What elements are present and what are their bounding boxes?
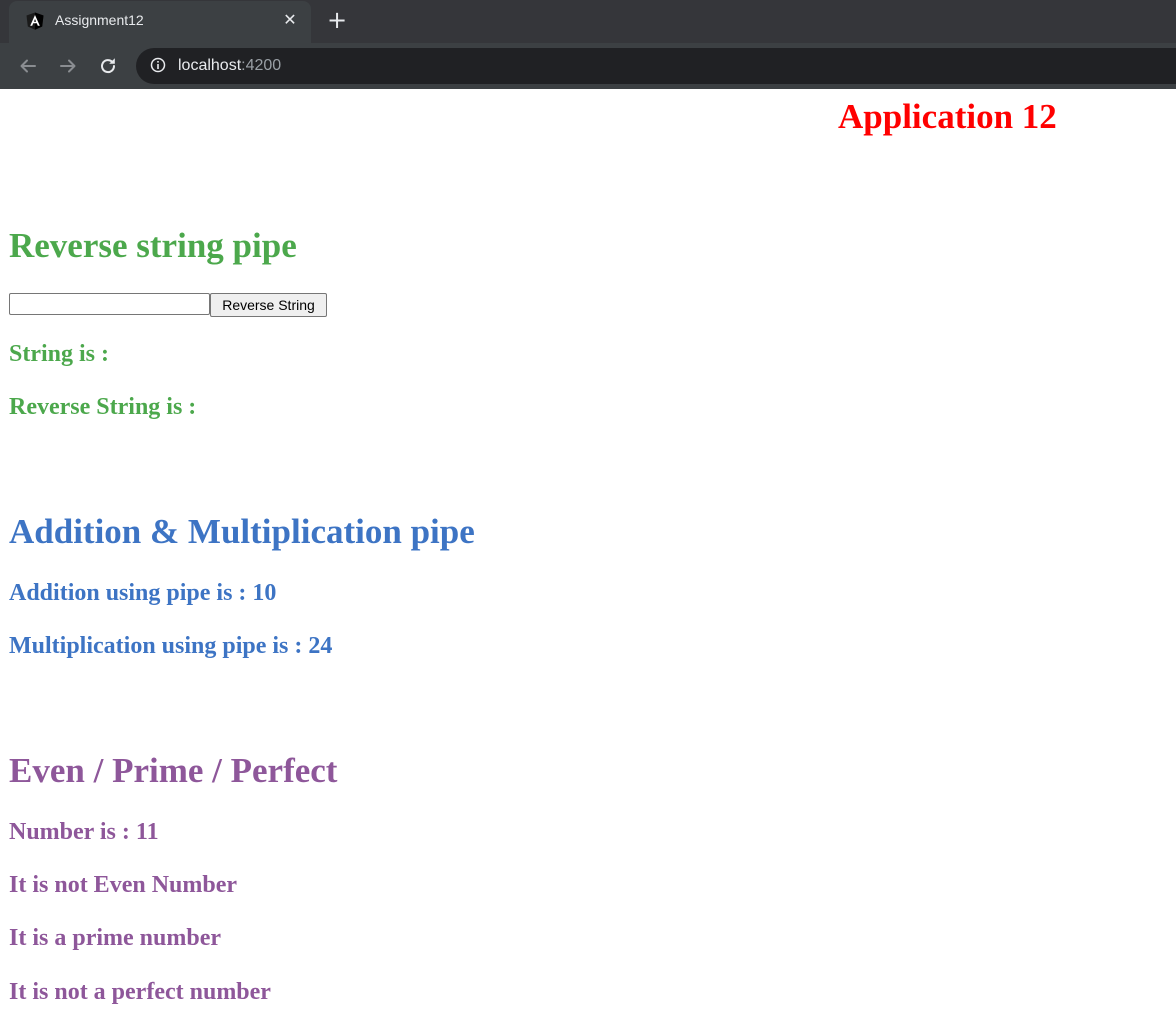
prime-text: It is a prime number — [9, 925, 221, 951]
url-host: localhost — [178, 57, 242, 74]
app-title: Application 12 — [838, 97, 1057, 136]
reload-icon[interactable] — [97, 55, 119, 77]
number-text: Number is : 11 — [9, 819, 159, 845]
tab-strip: Assignment12 ✕ + — [0, 0, 1176, 43]
addition-text: Addition using pipe is : 10 — [9, 580, 277, 606]
multiplication-text: Multiplication using pipe is : 24 — [9, 633, 333, 659]
reverse-string-input[interactable] — [9, 293, 210, 315]
reverse-string-button[interactable]: Reverse String — [210, 293, 327, 317]
url-text[interactable]: localhost:4200 — [178, 55, 281, 77]
reverse-heading: Reverse string pipe — [9, 226, 297, 265]
tab-title: Assignment12 — [55, 12, 144, 28]
address-bar[interactable] — [136, 48, 1176, 84]
arith-heading: Addition & Multiplication pipe — [9, 512, 475, 551]
back-arrow-icon[interactable] — [17, 55, 39, 77]
number-heading: Even / Prime / Perfect — [9, 751, 338, 790]
url-port: :4200 — [241, 57, 282, 74]
close-icon[interactable]: ✕ — [281, 11, 299, 29]
perfect-text: It is not a perfect number — [9, 979, 271, 1005]
reverse-string-label: Reverse String is : — [9, 394, 197, 420]
forward-arrow-icon[interactable] — [57, 55, 79, 77]
angular-icon — [26, 12, 44, 30]
string-label: String is : — [9, 341, 110, 367]
even-text: It is not Even Number — [9, 872, 238, 898]
info-icon[interactable] — [150, 57, 166, 73]
page-content: Application 12 Reverse string pipe Rever… — [0, 89, 1176, 1016]
browser-tab[interactable]: Assignment12 ✕ — [9, 1, 311, 43]
plus-icon[interactable]: + — [326, 8, 348, 32]
